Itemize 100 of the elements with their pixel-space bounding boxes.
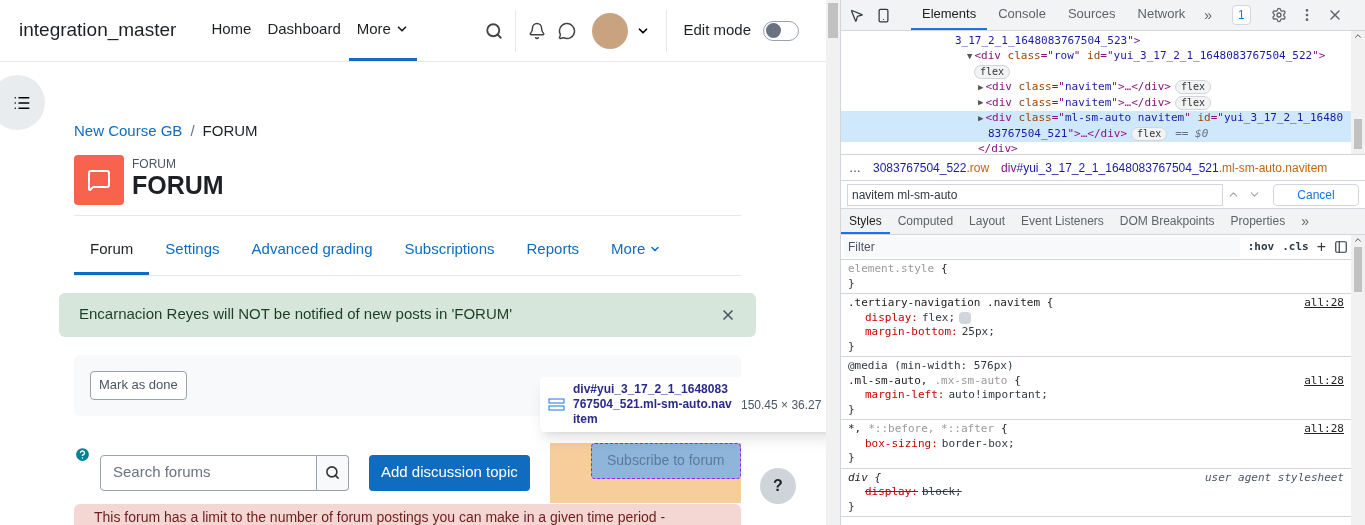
device-icon[interactable] (876, 7, 891, 23)
tab[interactable]: Subscriptions (388, 226, 511, 275)
expand-arrow[interactable]: ▶ (978, 96, 984, 110)
css-value[interactable]: 25px; (961, 325, 995, 340)
dom-row[interactable]: 83767504_521">…</div> flex == $0 (841, 126, 1351, 142)
css-property[interactable]: display: (865, 485, 918, 500)
css-property[interactable]: margin-bottom: (865, 325, 958, 340)
css-selector: { (941, 262, 948, 277)
devtools-tab[interactable]: Elements (911, 0, 988, 30)
selected-note: == $0 (1175, 125, 1209, 142)
css-value[interactable]: auto!important; (948, 388, 1048, 403)
breadcrumb-more[interactable]: … (849, 158, 861, 177)
closing-brace: } (848, 402, 855, 416)
devtools-tab[interactable]: Sources (1056, 0, 1127, 30)
breadcrumb-separator: / (190, 121, 195, 141)
chat-icon[interactable] (558, 21, 577, 40)
tab[interactable]: Settings (149, 226, 236, 275)
styles-tab[interactable]: Styles (841, 209, 890, 234)
activity-type: FORUM (132, 157, 177, 170)
add-discussion-button[interactable]: Add discussion topic (369, 454, 530, 491)
tab[interactable]: Advanced grading (235, 226, 389, 275)
expand-arrow[interactable]: ▶ (978, 80, 984, 94)
css-value[interactable]: flex; (922, 310, 956, 325)
dom-search-field[interactable]: navitem ml-sm-auto (847, 183, 1223, 206)
css-property[interactable]: margin-left: (865, 388, 945, 403)
flex-badge[interactable]: flex (974, 64, 1011, 79)
tab[interactable]: Reports (510, 226, 596, 275)
expand-arrow[interactable]: ▼ (967, 49, 973, 63)
css-property[interactable]: box-sizing: (865, 436, 938, 451)
rule-source[interactable]: all:28 (1304, 422, 1344, 437)
dom-breadcrumb[interactable]: 3083767504_522.row (873, 158, 990, 177)
breadcrumb-current: FORUM (202, 121, 258, 141)
scroll-up-icon[interactable] (1353, 235, 1363, 245)
closing-brace: } (848, 276, 855, 290)
css-value[interactable]: block; (922, 485, 962, 500)
dom-code: <div class="ml-sm-auto navitem" id="yui_3_17_2_1_16480 (985, 110, 1344, 126)
css-selector: .tertiary-navigation .navitem { (848, 296, 1054, 311)
drawer-toggle[interactable] (0, 75, 45, 130)
tab[interactable]: More (595, 226, 678, 275)
warning-message: This forum has a limit to the number of forum postings you can make in a given time period - (94, 508, 666, 525)
css-selector: { (1001, 422, 1008, 437)
alert-message: Encarnacion Reyes will NOT be notified of new posts in 'FORUM' (79, 304, 513, 325)
search-button[interactable] (317, 454, 349, 491)
css-selector: .mx-sm-auto (934, 373, 1008, 388)
more-tabs[interactable]: » (1196, 0, 1221, 30)
styles-tab[interactable]: DOM Breakpoints (1111, 209, 1223, 234)
flex-badge[interactable]: flex (1174, 95, 1211, 110)
scrollbar-thumb[interactable] (1354, 119, 1362, 149)
sidebar-toggle-icon[interactable] (1334, 240, 1348, 254)
nav-link[interactable]: More (348, 0, 417, 61)
more-tabs[interactable]: » (1293, 209, 1317, 234)
element-selector: div#yui_3_17_2_1_1648083767504_521.ml-sm-auto.navitem (573, 382, 733, 427)
page-title: FORUM (132, 169, 224, 201)
css-value[interactable]: border-box; (941, 436, 1015, 451)
flex-layout-icon (548, 398, 565, 411)
flex-badge[interactable]: flex (1174, 80, 1211, 95)
rule-source[interactable]: all:28 (1304, 373, 1344, 388)
scroll-up-icon[interactable] (1353, 31, 1363, 41)
edit-mode-label: Edit mode (683, 20, 751, 41)
issues-badge[interactable]: 1 (1232, 5, 1251, 25)
help-icon[interactable] (74, 445, 91, 463)
search-icon (325, 465, 340, 480)
cancel-button[interactable]: Cancel (1273, 183, 1359, 206)
search-icon[interactable] (485, 21, 504, 40)
css-selector: element.style (848, 262, 935, 277)
scrollbar-thumb[interactable] (828, 3, 838, 38)
dom-code: 83767504_521">…</div> (988, 125, 1128, 142)
settings-icon[interactable] (1270, 7, 1287, 23)
devtools-tab[interactable]: Network (1126, 0, 1197, 30)
dom-code: <div class="row" id="yui_3_17_2_1_1648083767504_522"> (974, 48, 1326, 64)
styles-tab[interactable]: Layout (961, 209, 1014, 234)
mark-done-button[interactable]: Mark as done (90, 370, 187, 400)
search-field[interactable]: Search forums (100, 454, 317, 491)
flex-badge[interactable]: flex (1131, 126, 1168, 141)
dom-breadcrumb[interactable]: div#yui_3_17_2_1_1648083767504_521.ml-sm-auto.navitem (1001, 158, 1328, 177)
cls-toggle[interactable]: .cls (1282, 238, 1309, 256)
element-size: 150.45 × 36.27 (741, 396, 822, 414)
inspect-icon[interactable] (849, 7, 864, 23)
filter-field[interactable]: Filter (844, 237, 1240, 257)
edit-mode-switch[interactable] (763, 20, 799, 41)
styles-tab[interactable]: Event Listeners (1013, 209, 1112, 234)
new-rule-button[interactable]: + (1316, 239, 1326, 255)
dom-code: <div class="navitem">…</div> (985, 79, 1171, 95)
styles-tab[interactable]: Properties (1222, 209, 1294, 234)
scrollbar-thumb[interactable] (1354, 247, 1362, 292)
rule-source[interactable]: all:28 (1304, 296, 1344, 311)
css-property[interactable]: display: (865, 310, 918, 325)
site-name[interactable]: integration_master (19, 16, 177, 45)
nav-link[interactable]: Dashboard (259, 0, 349, 61)
closing-brace: } (848, 339, 855, 353)
nav-link[interactable]: Home (203, 0, 260, 61)
tab[interactable]: Forum (74, 226, 150, 275)
hov-toggle[interactable]: :hov (1247, 238, 1275, 256)
breadcrumb-link[interactable]: New Course GB (74, 120, 183, 143)
help-button[interactable]: ? (760, 468, 796, 504)
expand-arrow[interactable]: ▶ (978, 111, 984, 125)
bell-icon[interactable] (528, 21, 547, 40)
devtools-tab[interactable]: Console (987, 0, 1057, 30)
forum-icon (74, 154, 124, 205)
styles-tab[interactable]: Computed (889, 209, 962, 234)
